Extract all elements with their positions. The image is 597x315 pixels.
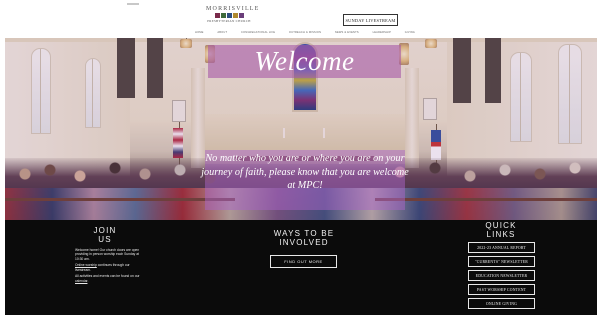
nav-item-congregational-life[interactable]: CONGREGATIONAL LIFE bbox=[241, 31, 275, 34]
logo-tiles bbox=[206, 13, 252, 18]
join-us-text: Welcome home! Our church doors are open … bbox=[75, 248, 145, 286]
nav-item-about[interactable]: ABOUT bbox=[217, 31, 227, 34]
sunday-livestream-button[interactable]: SUNDAY LIVESTREAM bbox=[343, 14, 398, 26]
join-paragraph: All activities and events can be found o… bbox=[75, 274, 145, 283]
logo-tile bbox=[220, 13, 226, 18]
join-us-title: JOIN US bbox=[80, 226, 130, 244]
logo-tile bbox=[232, 13, 238, 18]
calendar-link[interactable]: calendar bbox=[75, 279, 87, 283]
hero-banner: Welcome No matter who you are or where y… bbox=[5, 38, 597, 220]
logo-name: MORRISVILLE bbox=[206, 6, 260, 12]
ways-to-be-involved-title: WAYS TO BE INVOLVED bbox=[250, 229, 358, 247]
quick-links-title: QUICK LINKS bbox=[475, 221, 527, 239]
site-header: MORRISVILLE PRESBYTERIAN CHURCH SUNDAY L… bbox=[0, 0, 597, 38]
nav-item-leadership[interactable]: LEADERSHIP bbox=[373, 31, 391, 34]
currents-newsletter-link[interactable]: "CURRENTS" NEWSLETTER bbox=[468, 256, 535, 267]
join-paragraph: Welcome home! Our church doors are open … bbox=[75, 248, 140, 261]
welcome-box: Welcome bbox=[208, 45, 401, 78]
online-giving-link[interactable]: ONLINE GIVING bbox=[468, 298, 535, 309]
main-nav: HOME ABOUT CONGREGATIONAL LIFE OUTREACH … bbox=[195, 29, 415, 35]
logo-tile bbox=[238, 13, 244, 18]
past-worship-content-link[interactable]: PAST WORSHIP CONTENT bbox=[468, 284, 535, 295]
education-newsletter-link[interactable]: EDUCATION NEWSLETTER bbox=[468, 270, 535, 281]
join-us-title-line1: JOIN bbox=[93, 226, 117, 235]
logo-subtitle: PRESBYTERIAN CHURCH bbox=[207, 19, 251, 23]
join-text-fragment: . bbox=[87, 278, 89, 283]
quick-links-title-line1: QUICK bbox=[485, 221, 517, 230]
find-out-more-button[interactable]: FIND OUT MORE bbox=[270, 255, 337, 268]
nav-item-outreach-mission[interactable]: OUTREACH & MISSION bbox=[289, 31, 321, 34]
welcome-message: No matter who you are or where you are o… bbox=[201, 153, 409, 191]
nav-item-news-events[interactable]: NEWS & EVENTS bbox=[335, 31, 359, 34]
nav-item-giving[interactable]: GIVING bbox=[405, 31, 415, 34]
join-us-title-line2: US bbox=[98, 235, 112, 244]
nav-item-home[interactable]: HOME bbox=[195, 31, 204, 34]
involved-title-line2: INVOLVED bbox=[279, 238, 329, 247]
church-logo[interactable]: MORRISVILLE PRESBYTERIAN CHURCH bbox=[206, 6, 260, 26]
welcome-heading: Welcome bbox=[254, 46, 355, 76]
logo-tile bbox=[214, 13, 220, 18]
footer: JOIN US Welcome home! Our church doors a… bbox=[5, 220, 597, 315]
annual-report-link[interactable]: 2022-23 ANNUAL REPORT bbox=[468, 242, 535, 253]
join-paragraph: Online worship continues through our liv… bbox=[75, 263, 145, 272]
quick-links-title-line2: LINKS bbox=[486, 230, 516, 239]
involved-title-line1: WAYS TO BE bbox=[273, 229, 335, 238]
top-bar-mark bbox=[127, 3, 139, 5]
logo-tile bbox=[226, 13, 232, 18]
